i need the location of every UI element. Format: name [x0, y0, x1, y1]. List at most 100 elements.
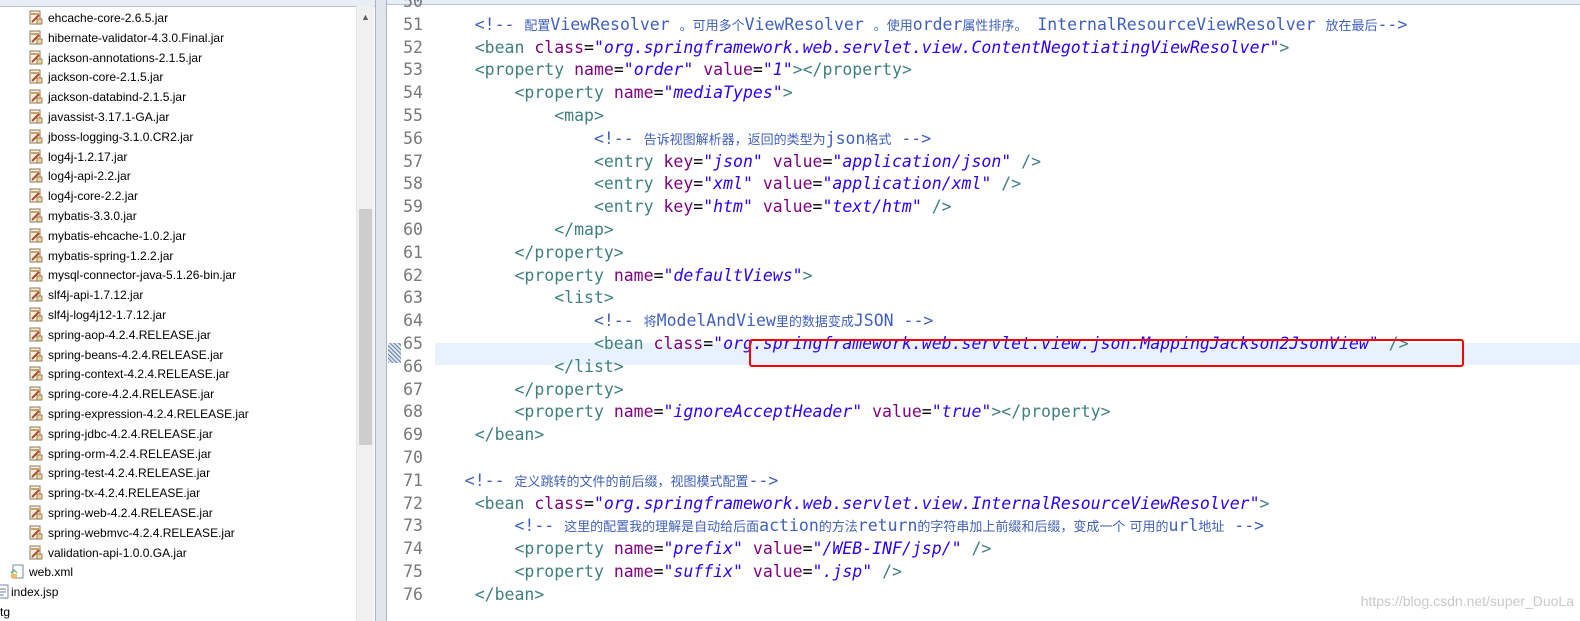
code-line[interactable]: <entry key="htm" value="text/htm" /> [435, 195, 952, 218]
code-token: "suffix" [663, 562, 743, 581]
tree-item-label: spring-jdbc-4.2.4.RELEASE.jar [48, 426, 213, 441]
code-line[interactable]: <property name="ignoreAcceptHeader" valu… [435, 400, 1110, 423]
tree-item-label: jackson-core-2.1.5.jar [48, 70, 164, 85]
line-number: 72 [403, 493, 423, 513]
code-line[interactable]: </property> [435, 241, 624, 264]
code-token: </bean> [435, 584, 545, 604]
code-token: "mediaTypes" [663, 83, 783, 103]
code-token: <bean [435, 493, 535, 513]
code-line[interactable]: <property name="defaultViews"> [435, 264, 812, 287]
jar-archive-icon [28, 69, 43, 84]
code-line[interactable]: <property name="mediaTypes"> [435, 81, 792, 104]
view-divider[interactable] [375, 0, 387, 621]
jar-archive-icon [28, 89, 43, 104]
code-token: "1" [762, 60, 793, 80]
line-number: 63 [403, 288, 423, 308]
explorer-scrollbar[interactable]: ▲ [356, 6, 374, 621]
line-number: 56 [403, 128, 423, 148]
explorer-scrollbar-thumb[interactable] [359, 209, 372, 445]
tree-item-label: slf4j-api-1.7.12.jar [48, 288, 144, 303]
code-line[interactable]: <property name="prefix" value="/WEB-INF/… [435, 537, 991, 560]
jar-archive-icon [28, 525, 43, 540]
code-line[interactable]: </bean> [435, 583, 545, 606]
code-token: /> [991, 174, 1022, 194]
code-token: "json" [703, 151, 763, 171]
line-number: 65 [403, 334, 423, 353]
code-line[interactable]: <!-- 定义跳转的文件的前后缀，视图模式配置--> [435, 469, 779, 492]
code-token: "htm" [703, 197, 753, 217]
jar-archive-icon [28, 168, 43, 183]
tree-item-label: web.xml [29, 565, 74, 580]
code-token: = [822, 151, 833, 171]
code-token: 格式 [865, 132, 892, 148]
code-line[interactable]: <!-- 将ModelAndView里的数据变成JSON --> [435, 309, 933, 332]
line-number: 60 [403, 220, 423, 239]
tree-item-label: spring-aop-4.2.4.RELEASE.jar [48, 327, 211, 342]
code-token: = [653, 83, 664, 103]
tree-item-label: log4j-1.2.17.jar [48, 149, 128, 164]
jsp-file-icon [0, 584, 10, 599]
code-token: value [703, 60, 753, 80]
code-token: /> [1011, 151, 1042, 171]
code-token: /> [961, 539, 992, 559]
jar-archive-icon [28, 446, 43, 461]
code-line[interactable]: </map> [435, 218, 614, 241]
code-token: "application/json" [832, 151, 1012, 171]
tree-item-label: hibernate-validator-4.3.0.Final.jar [48, 30, 225, 45]
xml-editor[interactable]: 50 51 <!-- 配置ViewResolver 。可用多个ViewResol… [387, 0, 1580, 621]
jar-archive-icon [28, 188, 43, 203]
code-token: = [752, 60, 763, 80]
code-token: = [693, 174, 704, 194]
code-line[interactable]: </list> [435, 355, 624, 378]
jar-archive-icon [28, 505, 43, 520]
code-token: name [613, 83, 654, 103]
code-token: 地址 [1198, 520, 1225, 536]
package-explorer: ehcache-core-2.6.5.jar hibernate-validato… [0, 0, 375, 621]
line-number: 71 [403, 470, 423, 490]
code-line[interactable]: <!-- 这里的配置我的理解是自动给后面action的方法return的字符串加… [435, 514, 1264, 537]
project-tree: ehcache-core-2.6.5.jar hibernate-validato… [0, 6, 356, 621]
code-line[interactable] [435, 0, 475, 13]
code-token: </map> [435, 220, 614, 239]
code-token: 这里的配置我的理解是自动给后面 [564, 520, 760, 536]
code-token: "xml" [703, 174, 753, 194]
xml-file-icon [10, 564, 25, 579]
code-line[interactable]: <entry key="xml" value="application/xml"… [435, 172, 1021, 195]
code-token: url [1168, 516, 1199, 536]
code-token: = [613, 60, 624, 80]
tree-item-label: spring-test-4.2.4.RELEASE.jar [48, 466, 211, 481]
code-line[interactable]: <bean class="org.springframework.web.ser… [435, 36, 1290, 59]
code-line[interactable]: <list> [435, 286, 614, 309]
code-token: InternalResourceViewResolver [1027, 14, 1326, 34]
code-token: </property> [435, 242, 624, 262]
code-line[interactable]: <property name="suffix" value=".jsp" /> [435, 560, 901, 583]
jar-archive-icon [28, 248, 43, 263]
code-line[interactable]: <!-- 配置ViewResolver 。可用多个ViewResolver 。使… [435, 13, 1408, 36]
code-line[interactable]: </bean> [435, 423, 545, 446]
code-line[interactable]: <bean class="org.springframework.web.ser… [435, 492, 1270, 515]
code-line[interactable]: <!-- 告诉视图解析器，返回的类型为json格式 --> [435, 127, 931, 150]
annotation-highlight-box [749, 339, 1464, 367]
code-token: key [663, 174, 694, 194]
code-line[interactable]: </property> [435, 378, 623, 401]
line-number: 52 [403, 37, 423, 57]
code-line[interactable]: <property name="order" value="1"></prope… [435, 58, 912, 81]
code-token: = [812, 197, 823, 217]
code-line[interactable]: <entry key="json" value="application/jso… [435, 150, 1041, 173]
line-number: 57 [403, 151, 423, 171]
scroll-up-arrow-icon[interactable]: ▲ [357, 10, 374, 24]
code-token: 里的数据变成 [775, 315, 854, 331]
code-line[interactable]: <map> [435, 104, 604, 127]
code-token: /> [921, 197, 952, 217]
jar-archive-icon [28, 406, 43, 421]
editor-tab-bar[interactable] [387, 0, 1580, 5]
code-token: <property [435, 83, 614, 103]
tree-item-label: jboss-logging-3.1.0.CR2.jar [48, 129, 194, 144]
code-token: <!-- [435, 128, 644, 148]
code-token: <!-- [435, 14, 525, 34]
